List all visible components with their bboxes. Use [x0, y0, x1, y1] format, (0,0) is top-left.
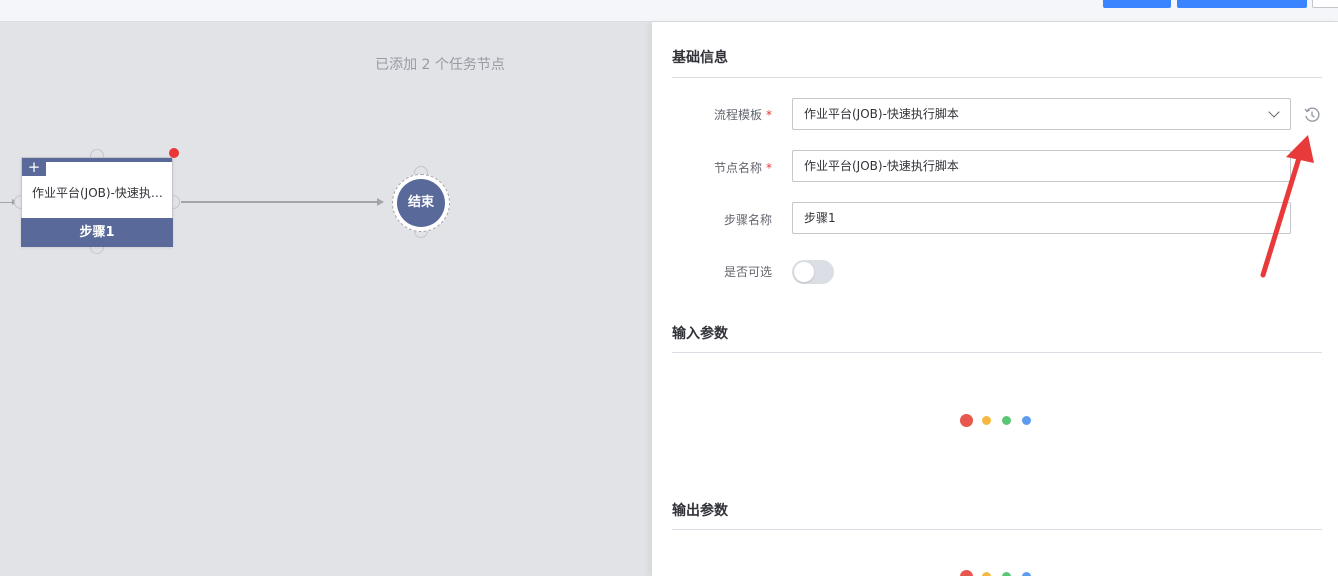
- section-divider: [672, 77, 1322, 78]
- template-label-text: 流程模板: [713, 108, 762, 122]
- node-status-dot: [169, 148, 179, 158]
- optional-label: 是否可选: [672, 263, 772, 280]
- template-select-value: 作业平台(JOB)-快速执行脚本: [804, 107, 959, 121]
- task-node-name: 作业平台(JOB)-快速执行脚本: [32, 186, 166, 200]
- chevron-down-icon: [1268, 106, 1280, 118]
- node-name-input[interactable]: 作业平台(JOB)-快速执行脚本: [792, 150, 1291, 182]
- task-node[interactable]: + 作业平台(JOB)-快速执行脚本 步骤1: [21, 148, 179, 247]
- node-name-label-text: 节点名称: [713, 161, 762, 175]
- loading-dot: [960, 414, 973, 427]
- toolbar-execute-button[interactable]: [1177, 0, 1307, 8]
- required-mark: *: [766, 161, 772, 175]
- output-params-loading: [960, 570, 1040, 576]
- toolbar-primary-button[interactable]: [1103, 0, 1171, 8]
- loading-dot: [1022, 416, 1031, 425]
- optional-toggle[interactable]: [792, 260, 834, 284]
- task-node-step-label: 步骤1: [21, 218, 173, 247]
- output-params-title: 输出参数: [672, 503, 728, 519]
- toolbar-secondary-button[interactable]: [1312, 0, 1338, 8]
- template-label: 流程模板 *: [672, 106, 772, 123]
- required-mark: *: [766, 108, 772, 122]
- incoming-edge: [0, 199, 18, 205]
- flow-edge[interactable]: [181, 198, 384, 206]
- loading-dot: [1022, 572, 1031, 576]
- node-config-panel: 基础信息 流程模板 * 作业平台(JOB)-快速执行脚本 节点名称 * 作业平台(J…: [652, 22, 1338, 576]
- top-toolbar: [0, 0, 1338, 22]
- toggle-knob: [794, 262, 814, 282]
- loading-dot: [982, 572, 991, 576]
- add-node-icon[interactable]: +: [22, 158, 46, 176]
- optional-label-text: 是否可选: [723, 265, 772, 279]
- node-name-label: 节点名称 *: [672, 159, 772, 176]
- loading-dot: [982, 416, 991, 425]
- annotation-arrow: [1260, 135, 1314, 278]
- history-clock-icon[interactable]: [1303, 106, 1321, 124]
- loading-dot: [1002, 416, 1011, 425]
- loading-dot: [960, 570, 973, 576]
- input-params-loading: [960, 414, 1040, 428]
- section-divider: [672, 352, 1322, 353]
- end-node[interactable]: 结束: [392, 174, 450, 232]
- end-node-label: 结束: [397, 179, 445, 227]
- step-name-label: 步骤名称: [672, 211, 772, 228]
- loading-dot: [1002, 572, 1011, 576]
- step-name-input[interactable]: 步骤1: [792, 202, 1291, 234]
- step-name-label-text: 步骤名称: [723, 213, 772, 227]
- section-divider: [672, 529, 1322, 530]
- basic-info-title: 基础信息: [672, 50, 728, 66]
- flow-canvas[interactable]: 已添加 2 个任务节点 + 作业平台(JOB)-快速执行脚本 步骤1 结束: [0, 22, 652, 576]
- input-params-title: 输入参数: [672, 326, 728, 342]
- template-select[interactable]: 作业平台(JOB)-快速执行脚本: [792, 98, 1291, 130]
